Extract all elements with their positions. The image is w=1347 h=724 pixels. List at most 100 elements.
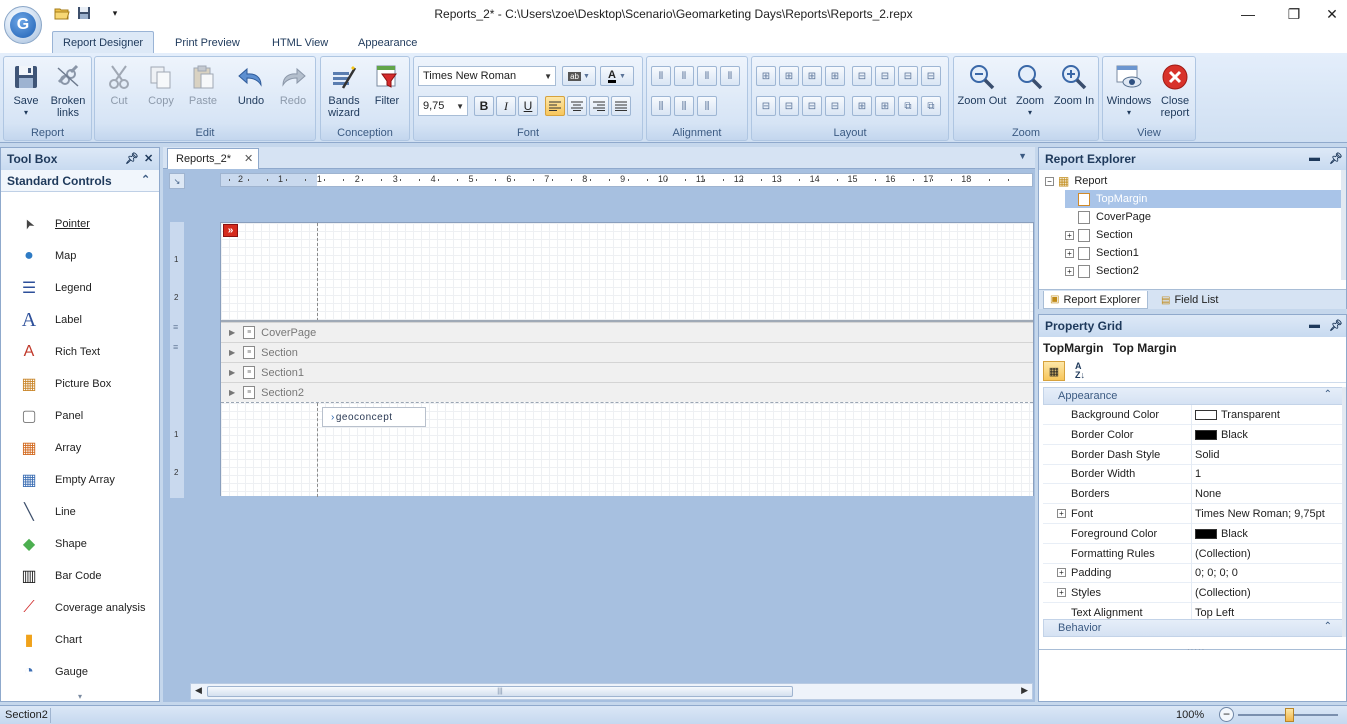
property-row-formatting-rules[interactable]: Formatting Rules (Collection) [1043,543,1343,564]
scroll-right-icon[interactable]: ▶ [1021,685,1028,696]
bottom-band-area[interactable]: › geoconcept [221,402,1033,497]
justify-button[interactable] [611,96,631,116]
hspace-remove-icon[interactable]: ⊟ [921,66,941,86]
tree-node-section[interactable]: + Section [1065,226,1133,244]
property-value[interactable]: Top Left [1195,607,1234,619]
band-grip-icon[interactable]: ≡ [173,322,178,332]
zoom-out-button[interactable]: Zoom Out [956,61,1008,107]
topmargin-band-area[interactable]: » [221,223,1033,321]
toolbox-item-legend[interactable]: ☰ Legend [1,272,159,304]
property-value[interactable]: Transparent [1195,409,1280,421]
tab-report-explorer[interactable]: ▣ Report Explorer [1043,291,1148,309]
toolbox-item-chart[interactable]: ▮ Chart [1,624,159,656]
same-size-icon[interactable]: ⊞ [802,66,822,86]
app-logo[interactable]: G [4,6,42,44]
tab-report-designer[interactable]: Report Designer [52,31,155,54]
horizontal-scrollbar[interactable]: ◀ ||| ▶ [190,683,1033,700]
pin-icon[interactable]: 📌︎ [1329,319,1343,332]
maximize-panel-icon[interactable]: ▬ [1309,152,1320,164]
font-color-button[interactable]: A ▼ [600,66,634,86]
font-size-combo[interactable]: 9,75 ▼ [418,96,468,116]
band-coverpage[interactable]: ▶ ≡ CoverPage [221,322,1033,342]
expand-arrow-icon[interactable]: ▶ [229,328,235,337]
italic-button[interactable]: I [496,96,516,116]
vspace-equal-icon[interactable]: ⊟ [756,96,776,116]
maximize-panel-icon[interactable]: ▬ [1309,319,1320,331]
align-center-button[interactable] [567,96,587,116]
broken-links-button[interactable]: Broken links [48,61,88,119]
paste-button[interactable]: Paste [185,61,221,107]
property-value[interactable]: None [1195,488,1221,500]
underline-button[interactable]: U [518,96,538,116]
bands-wizard-button[interactable]: Bands wizard [325,61,363,119]
close-icon[interactable]: ✕ [144,152,153,165]
toolbox-item-shape[interactable]: ◆ Shape [1,528,159,560]
property-value[interactable]: Black [1195,429,1248,441]
align-lefts-icon[interactable]: ⫴ [651,66,671,86]
toolbox-item-panel[interactable]: ▢ Panel [1,400,159,432]
property-scrollbar[interactable] [1342,387,1346,637]
toolbox-item-pointer[interactable]: ➤ Pointer [1,208,159,240]
property-value[interactable]: Times New Roman; 9,75pt [1195,508,1325,520]
align-tops-icon[interactable]: ⫼ [651,96,671,116]
hspace-decrease-icon[interactable]: ⊟ [898,66,918,86]
center-vertically-icon[interactable]: ⊞ [875,96,895,116]
tree-node-report[interactable]: − ▦ Report [1045,172,1107,190]
bring-to-front-icon[interactable]: ⧉ [898,96,918,116]
align-right-button[interactable] [589,96,609,116]
property-row-foreground-color[interactable]: Foreground Color Black [1043,523,1343,544]
selected-object[interactable]: TopMargin Top Margin [1043,341,1177,355]
align-centers-icon[interactable]: ⫴ [674,66,694,86]
expand-node-icon[interactable]: + [1065,266,1074,276]
close-report-button[interactable]: Close report [1155,61,1195,119]
cut-button[interactable]: Cut [101,61,137,107]
band-section1[interactable]: ▶ ≡ Section1 [221,362,1033,382]
align-to-grid-icon[interactable]: ⫴ [720,66,740,86]
hspace-increase-icon[interactable]: ⊟ [875,66,895,86]
toolbox-item-picture-box[interactable]: ▦ Picture Box [1,368,159,400]
tab-print-preview[interactable]: Print Preview [165,31,250,54]
tab-html-view[interactable]: HTML View [262,31,338,54]
toolbox-item-gauge[interactable]: ◔ Gauge [1,656,159,688]
align-bottoms-icon[interactable]: ⫼ [697,96,717,116]
align-middles-icon[interactable]: ⫼ [674,96,694,116]
property-row-border-width[interactable]: Border Width 1 [1043,464,1343,485]
toolbox-item-empty-array[interactable]: ▦ Empty Array [1,464,159,496]
zoom-minus-icon[interactable]: − [1219,707,1234,722]
property-row-borders[interactable]: Borders None [1043,484,1343,505]
vspace-remove-icon[interactable]: ⊟ [825,96,845,116]
tree-node-section1[interactable]: + Section1 [1065,244,1139,262]
expand-node-icon[interactable]: + [1065,248,1074,258]
same-height-icon[interactable]: ⊞ [779,66,799,86]
tree-node-topmargin[interactable]: TopMargin [1065,190,1346,208]
expand-property-icon[interactable]: + [1057,568,1066,578]
vspace-decrease-icon[interactable]: ⊟ [802,96,822,116]
zoom-button[interactable]: Zoom ▾ [1010,61,1050,119]
align-rights-icon[interactable]: ⫴ [697,66,717,86]
band-grip-icon[interactable]: ≡ [173,342,178,352]
categorized-view-icon[interactable]: ▦ [1043,361,1065,381]
property-row-padding[interactable]: + Padding 0; 0; 0; 0 [1043,563,1343,584]
minimize-icon[interactable]: — [1225,0,1271,28]
toolbox-item-array[interactable]: ▦ Array [1,432,159,464]
scroll-left-icon[interactable]: ◀ [195,685,202,696]
property-value[interactable]: 1 [1195,468,1201,480]
redo-button[interactable]: Redo [275,61,311,107]
property-value[interactable]: (Collection) [1195,548,1251,560]
property-value[interactable]: 0; 0; 0; 0 [1195,567,1238,579]
toolbox-item-label[interactable]: A Label [1,304,159,336]
toolbox-item-map[interactable]: ● Map [1,240,159,272]
copy-button[interactable]: Copy [143,61,179,107]
band-section2[interactable]: ▶ ≡ Section2 [221,382,1033,402]
splitter-grip-icon[interactable]: ····· [1187,645,1205,654]
bold-button[interactable]: B [474,96,494,116]
standard-controls-header[interactable]: Standard Controls ⌃ [1,170,159,192]
pin-icon[interactable]: 📌︎ [125,152,139,165]
alphabetical-sort-icon[interactable]: A Z↓ [1069,361,1091,381]
center-horizontally-icon[interactable]: ⊞ [852,96,872,116]
category-behavior[interactable]: Behavior ⌃ [1043,619,1343,637]
band-section[interactable]: ▶ ≡ Section [221,342,1033,362]
toolbox-item-bar-code[interactable]: ▥ Bar Code [1,560,159,592]
expand-node-icon[interactable]: + [1065,230,1074,240]
property-row-font[interactable]: + Font Times New Roman; 9,75pt [1043,504,1343,524]
